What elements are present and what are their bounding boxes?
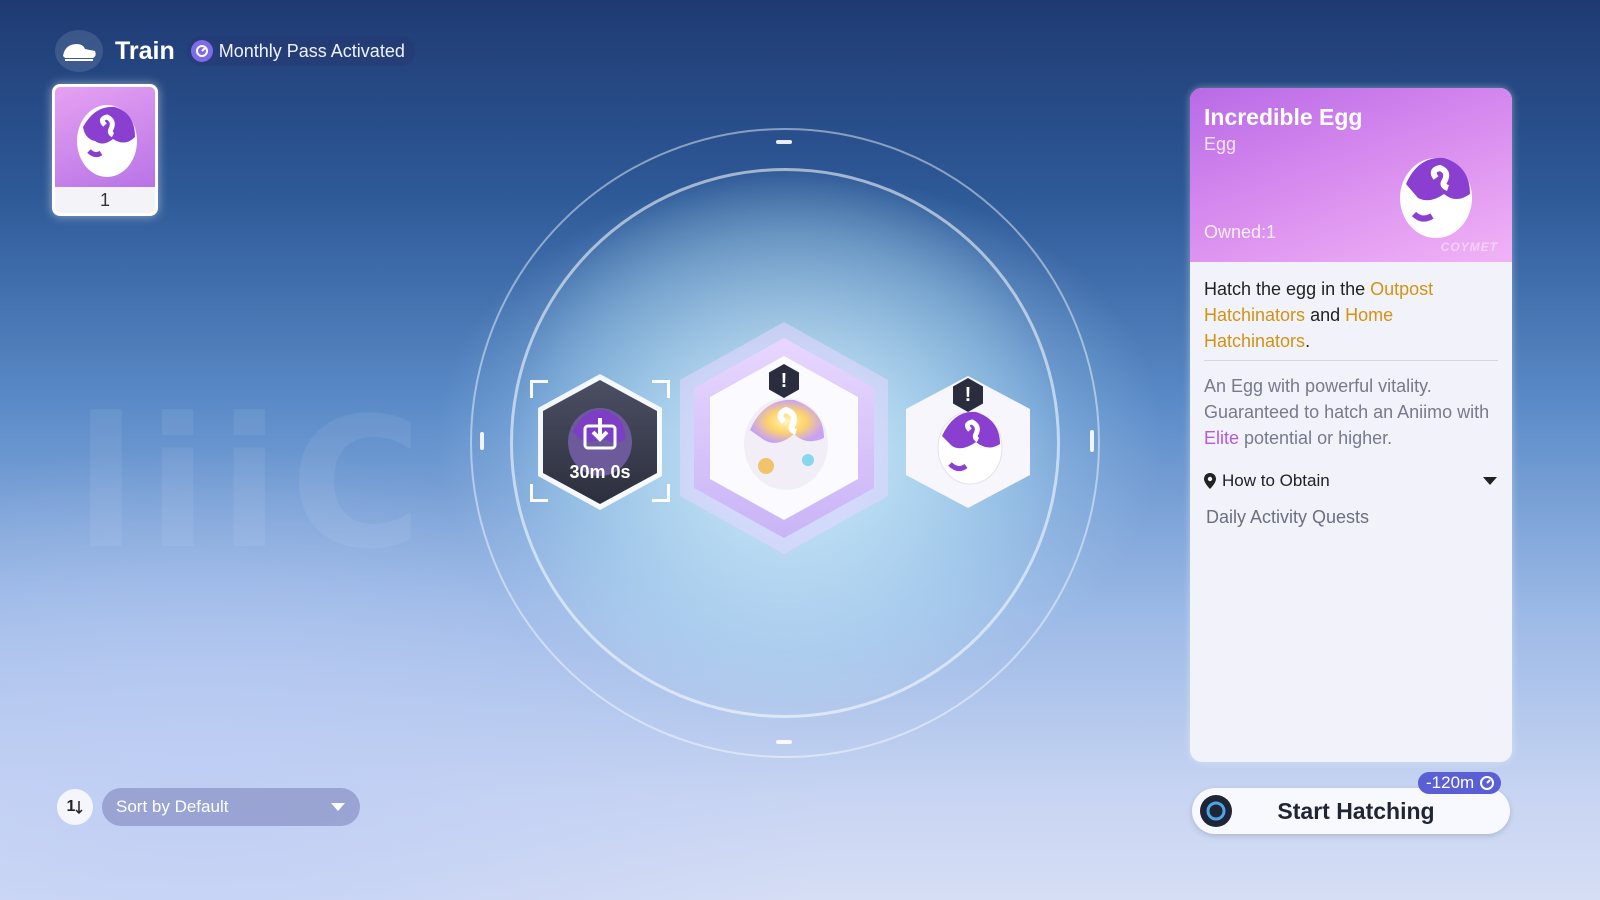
egg-thumbnail: [55, 87, 155, 187]
location-pin-icon: [1204, 473, 1216, 489]
selection-bracket: [652, 484, 670, 502]
hatch-instructions: Hatch the egg in the Outpost Hatchinator…: [1204, 279, 1434, 351]
item-name: Incredible Egg: [1204, 104, 1363, 130]
time-cost-badge: -120m: [1418, 772, 1502, 794]
item-count: 1: [99, 190, 110, 210]
start-hatching-label: Start Hatching: [1277, 797, 1435, 824]
inventory-item-incredible-egg[interactable]: 1: [52, 84, 158, 216]
sort-arrow-icon: [75, 801, 83, 814]
chevron-down-icon: [1483, 477, 1497, 485]
gauge-icon: [190, 40, 213, 62]
ring-tick-bottom: [776, 740, 792, 744]
background-watermark: liiC: [75, 380, 433, 589]
chevron-down-icon: [331, 803, 345, 811]
egg-icon: [77, 105, 137, 177]
page-title: Train: [115, 36, 175, 65]
sort-order-toggle[interactable]: 1: [57, 789, 93, 825]
detail-body: Hatch the egg in the Outpost Hatchinator…: [1190, 262, 1512, 542]
selection-bracket: [652, 380, 670, 398]
sort-dropdown[interactable]: Sort by Default: [102, 788, 360, 826]
start-hatching-button[interactable]: Start Hatching: [1192, 788, 1510, 834]
divider: [1204, 360, 1498, 361]
ring-tick-left: [480, 432, 484, 450]
selection-bracket: [530, 380, 548, 398]
detail-header: Incredible Egg Egg Owned:1 COYMET: [1190, 88, 1512, 262]
controller-button-icon: [1200, 795, 1232, 827]
pass-label: Monthly Pass Activated: [218, 40, 405, 61]
obtain-source: Daily Activity Quests: [1206, 507, 1370, 527]
egg-icon: [1400, 157, 1472, 238]
hatch-timer: 30m 0s: [569, 462, 631, 482]
back-shoe-icon[interactable]: [55, 30, 103, 72]
selection-bracket: [530, 484, 548, 502]
sort-selected-value: Sort by Default: [116, 797, 229, 816]
egg-detail-panel: Incredible Egg Egg Owned:1 COYMET Hatch …: [1190, 88, 1512, 762]
ring-tick-right: [1090, 430, 1094, 452]
brand-logo: COYMET: [1440, 240, 1498, 254]
ring-tick-top: [776, 140, 792, 144]
egg-description: An Egg with powerful vitality. Guarantee…: [1204, 376, 1490, 448]
header: Train Monthly Pass Activated: [55, 30, 415, 72]
gauge-icon: [1480, 776, 1495, 790]
owned-count: Owned:1: [1204, 222, 1277, 242]
how-to-obtain-toggle[interactable]: How to Obtain: [1204, 471, 1498, 491]
monthly-pass-badge[interactable]: Monthly Pass Activated: [186, 36, 415, 66]
